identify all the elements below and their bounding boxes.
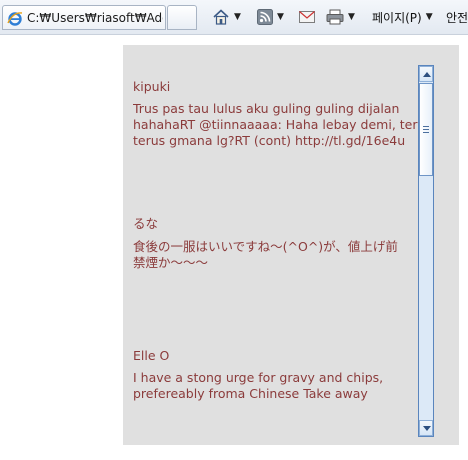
feed-list[interactable]: kipuki Trus pas tau lulus aku guling gul… bbox=[133, 45, 419, 445]
feed-panel: kipuki Trus pas tau lulus aku guling gul… bbox=[123, 45, 459, 445]
page-menu-label: 페이지(P) bbox=[372, 10, 422, 25]
mail-icon bbox=[299, 11, 315, 23]
rss-feed-icon bbox=[257, 9, 273, 25]
home-dropdown-arrow-icon[interactable]: ▼ bbox=[234, 12, 241, 22]
thumb-grip-icon bbox=[423, 126, 429, 135]
page-dropdown-arrow-icon: ▼ bbox=[425, 12, 433, 22]
home-button[interactable]: ▼ bbox=[212, 6, 241, 28]
print-dropdown-arrow-icon[interactable]: ▼ bbox=[348, 12, 355, 22]
arrow-down-icon bbox=[423, 426, 431, 431]
feeds-dropdown-arrow-icon[interactable]: ▼ bbox=[277, 12, 284, 22]
arrow-up-icon bbox=[423, 72, 431, 77]
feed-item-text: I have a stong urge for gravy and chips,… bbox=[133, 370, 384, 401]
scroll-down-button[interactable] bbox=[419, 420, 433, 436]
page-menu[interactable]: 페이지(P) ▼ bbox=[372, 6, 433, 28]
scrollbar-thumb[interactable] bbox=[419, 83, 433, 176]
home-icon bbox=[213, 9, 229, 25]
mail-button[interactable] bbox=[299, 6, 315, 28]
feed-item-text: Trus pas tau lulus aku guling guling dij… bbox=[133, 101, 419, 148]
safety-menu-label: 안전 bbox=[446, 10, 468, 25]
tab-title: C:₩Users₩riasoft₩Adob... bbox=[27, 10, 163, 25]
vertical-scrollbar[interactable] bbox=[418, 65, 434, 437]
feed-item-author[interactable]: るな bbox=[133, 213, 419, 232]
print-button[interactable]: ▼ bbox=[326, 6, 355, 28]
browser-tab[interactable]: C:₩Users₩riasoft₩Adob... bbox=[2, 5, 166, 30]
feed-item-text: 食後の一服はいいですね～(^O^)が、値上げ前 禁煙か～～～ bbox=[133, 239, 398, 270]
new-tab-button[interactable] bbox=[167, 5, 197, 30]
feed-item: るな 食後の一服はいいですね～(^O^)が、値上げ前 禁煙か～～～ bbox=[133, 213, 419, 271]
ie-logo-icon bbox=[7, 11, 23, 26]
feed-item: kipuki Trus pas tau lulus aku guling gul… bbox=[133, 79, 419, 149]
feed-item-author[interactable]: kipuki bbox=[133, 79, 419, 94]
browser-toolbar: C:₩Users₩riasoft₩Adob... ▼ ▼ ▼ bbox=[0, 0, 468, 35]
safety-menu[interactable]: 안전 bbox=[446, 6, 468, 28]
scroll-up-button[interactable] bbox=[419, 66, 433, 82]
feeds-button[interactable]: ▼ bbox=[257, 6, 284, 28]
print-icon bbox=[326, 9, 344, 25]
feed-item: Elle O I have a stong urge for gravy and… bbox=[133, 348, 419, 402]
feed-item-author[interactable]: Elle O bbox=[133, 348, 419, 363]
